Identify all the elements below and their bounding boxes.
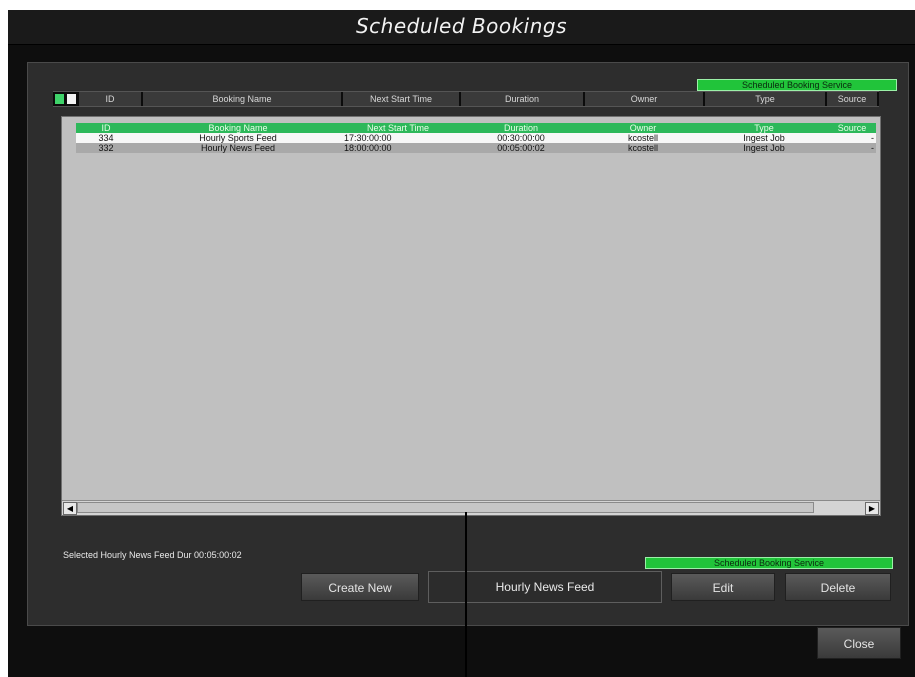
grid-header-duration[interactable]: Duration <box>460 123 582 133</box>
grid-header-row: ID Booking Name Next Start Time Duration… <box>76 123 876 133</box>
selected-booking-name-field[interactable]: Hourly News Feed <box>428 571 662 603</box>
grid-header-type[interactable]: Type <box>704 123 824 133</box>
column-header-bar: ID Booking Name Next Start Time Duration… <box>53 91 879 107</box>
service-status-badge-top: Scheduled Booking Service <box>697 79 897 91</box>
table-row[interactable]: 334 Hourly Sports Feed 17:30:00:00 00:30… <box>76 133 876 143</box>
column-header-owner[interactable]: Owner <box>585 92 705 106</box>
create-new-button[interactable]: Create New <box>301 573 419 601</box>
grid-header-next-start-time[interactable]: Next Start Time <box>340 123 456 133</box>
scroll-right-arrow-icon[interactable]: ▶ <box>865 502 879 515</box>
cell-source: - <box>871 133 874 143</box>
select-all-checkbox[interactable] <box>55 94 64 104</box>
cell-booking-name: Hourly News Feed <box>200 143 276 153</box>
column-header-type[interactable]: Type <box>705 92 827 106</box>
selected-booking-info: Selected Hourly News Feed Dur 00:05:00:0… <box>63 550 242 560</box>
cell-next-start-time: 18:00:00:00 <box>344 143 392 153</box>
cell-duration: 00:30:00:00 <box>497 133 545 143</box>
grid-header-id[interactable]: ID <box>76 123 136 133</box>
column-header-booking-name[interactable]: Booking Name <box>143 92 343 106</box>
bookings-grid[interactable]: ID Booking Name Next Start Time Duration… <box>61 116 881 516</box>
service-status-badge-bottom: Scheduled Booking Service <box>645 557 893 569</box>
scroll-left-arrow-icon[interactable]: ◀ <box>63 502 77 515</box>
cell-booking-name: Hourly Sports Feed <box>199 133 277 143</box>
column-header-next-start-time[interactable]: Next Start Time <box>343 92 461 106</box>
window-title: Scheduled Bookings <box>355 14 568 38</box>
delete-button[interactable]: Delete <box>785 573 891 601</box>
horizontal-scrollbar[interactable]: ◀ ▶ <box>62 500 880 515</box>
cell-owner: kcostell <box>627 133 658 143</box>
cell-type: Ingest Job <box>743 143 785 153</box>
table-row-selected[interactable]: 332 Hourly News Feed 18:00:00:00 00:05:0… <box>76 143 876 153</box>
scheduled-bookings-window: Scheduled Bookings Scheduled Booking Ser… <box>8 10 915 677</box>
cell-type: Ingest Job <box>743 133 785 143</box>
cell-duration: 00:05:00:02 <box>497 143 545 153</box>
title-bar: Scheduled Bookings <box>8 10 915 45</box>
grid-header-source[interactable]: Source <box>828 123 876 133</box>
annotation-pointer-line <box>465 512 467 677</box>
scrollbar-thumb[interactable] <box>77 502 814 513</box>
grid-header-owner[interactable]: Owner <box>584 123 702 133</box>
column-header-source[interactable]: Source <box>827 92 879 106</box>
grid-header-booking-name[interactable]: Booking Name <box>140 123 336 133</box>
cell-source: - <box>871 143 874 153</box>
edit-button[interactable]: Edit <box>671 573 775 601</box>
header-toggle-icon[interactable] <box>67 94 76 104</box>
column-header-id[interactable]: ID <box>79 92 143 106</box>
close-button[interactable]: Close <box>817 627 901 659</box>
column-header-duration[interactable]: Duration <box>461 92 585 106</box>
cell-id: 334 <box>98 133 114 143</box>
cell-next-start-time: 17:30:00:00 <box>344 133 392 143</box>
cell-id: 332 <box>98 143 114 153</box>
cell-owner: kcostell <box>627 143 658 153</box>
bookings-panel: Scheduled Booking Service ID Booking Nam… <box>27 62 909 626</box>
